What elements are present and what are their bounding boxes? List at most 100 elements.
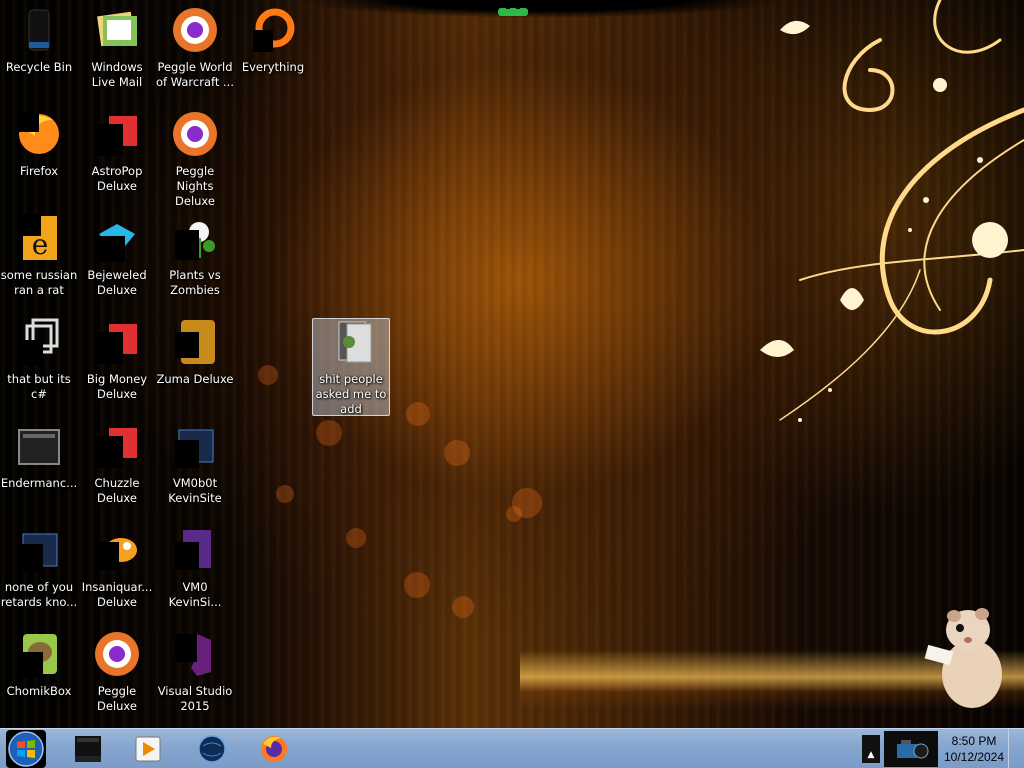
- start-button[interactable]: [6, 730, 46, 768]
- green-indicator-icon: [498, 6, 528, 16]
- desktop-icon[interactable]: ChomikBox: [0, 624, 78, 724]
- desktop-icon[interactable]: Windows Live Mail: [78, 0, 156, 100]
- text-file-icon: e: [13, 212, 65, 264]
- show-hidden-icons-button[interactable]: ▲: [862, 735, 880, 763]
- bokeh-light: [406, 402, 430, 426]
- desktop-icon[interactable]: Zuma Deluxe: [156, 312, 234, 412]
- desktop-icon[interactable]: that but its c#: [0, 312, 78, 412]
- desktop-icon-label: ChomikBox: [6, 684, 72, 698]
- gem-icon: [91, 212, 143, 264]
- desktop-icon-label: Big Money Deluxe: [86, 372, 148, 401]
- desktop-icon[interactable]: Peggle Nights Deluxe: [156, 104, 234, 208]
- desktop-icon[interactable]: Firefox: [0, 104, 78, 204]
- fish-icon: [91, 524, 143, 576]
- desktop-icon-label: Everything: [241, 60, 305, 74]
- desktop-icon-label: AstroPop Deluxe: [91, 164, 143, 193]
- hamster-icon: [924, 608, 1002, 708]
- desktop-icon[interactable]: none of you retards kno...: [0, 520, 78, 620]
- bokeh-light: [452, 596, 474, 618]
- golden-swirl-decoration: [760, 0, 1024, 422]
- game-icon: [91, 316, 143, 368]
- bokeh-light: [346, 528, 366, 548]
- desktop-icon-label: Endermanc...: [0, 476, 78, 490]
- desktop-icon-label: Bejeweled Deluxe: [87, 268, 147, 297]
- desktop-icon-label: Chuzzle Deluxe: [94, 476, 140, 505]
- taskbar-command-prompt[interactable]: [62, 730, 114, 768]
- desktop-icon[interactable]: Peggle Deluxe: [78, 624, 156, 724]
- firefox-icon: [13, 108, 65, 160]
- video-camera-icon: [897, 740, 929, 759]
- desktop-icon[interactable]: Chuzzle Deluxe: [78, 416, 156, 516]
- desktop-icon-label: Insaniquar... Deluxe: [81, 580, 153, 609]
- search-tool-icon: [247, 4, 299, 56]
- desktop-icon[interactable]: Big Money Deluxe: [78, 312, 156, 412]
- globe-icon: [198, 735, 226, 763]
- bokeh-light: [316, 420, 342, 446]
- desktop-icon[interactable]: Recycle Bin: [0, 0, 78, 100]
- desktop-icon-label: VM0 KevinSi...: [168, 580, 222, 609]
- bokeh-light: [404, 572, 430, 598]
- visual-studio-project-icon: [169, 524, 221, 576]
- peggle-icon: [91, 628, 143, 680]
- show-desktop-button[interactable]: [1008, 729, 1024, 768]
- desktop-icon-label: VM0b0t KevinSite: [168, 476, 222, 505]
- mail-icon: [91, 4, 143, 56]
- peggle-icon: [169, 108, 221, 160]
- clock-date: 10/12/2024: [943, 750, 1005, 764]
- desktop-icon-label: Peggle World of Warcraft ...: [156, 60, 234, 89]
- desktop-icon[interactable]: Everything: [234, 0, 312, 100]
- desktop-icon[interactable]: Endermanc...: [0, 416, 78, 516]
- desktop-icon-label: shit people asked me to add: [315, 372, 387, 416]
- desktop-icon[interactable]: Insaniquar... Deluxe: [78, 520, 156, 620]
- desktop-icon-label: Windows Live Mail: [91, 60, 143, 89]
- taskbar: ▲ 8:50 PM 10/12/2024: [0, 728, 1024, 768]
- system-clock[interactable]: 8:50 PM 10/12/2024: [942, 733, 1006, 767]
- visual-studio-icon: [169, 628, 221, 680]
- bokeh-light: [512, 488, 542, 518]
- desktop-icon-label: none of you retards kno...: [0, 580, 78, 609]
- desktop-icon[interactable]: Peggle World of Warcraft ...: [156, 0, 234, 100]
- tray-app-icon[interactable]: [884, 731, 938, 767]
- hamster-icon: [13, 628, 65, 680]
- recycle-bin-icon: [13, 4, 65, 56]
- bokeh-light: [258, 365, 278, 385]
- game-icon: [91, 420, 143, 472]
- clock-time: 8:50 PM: [951, 734, 997, 748]
- peggle-icon: [169, 4, 221, 56]
- desktop-icon[interactable]: VM0b0t KevinSite: [156, 416, 234, 516]
- command-prompt-icon: [75, 736, 101, 762]
- desktop-icon-label: that but its c#: [7, 372, 71, 401]
- desktop-icon[interactable]: e some russian ran a rat: [0, 208, 78, 308]
- desktop-icon-label: Visual Studio 2015: [157, 684, 233, 713]
- bokeh-light: [276, 485, 294, 503]
- desktop-icon[interactable]: AstroPop Deluxe: [78, 104, 156, 204]
- windows-logo-icon: [8, 731, 44, 767]
- game-icon: [91, 108, 143, 160]
- desktop-icon-label: Firefox: [19, 164, 59, 178]
- desktop-icon-label: Zuma Deluxe: [156, 372, 234, 386]
- media-player-icon: [135, 736, 161, 762]
- desktop-icon[interactable]: shit people asked me to add: [312, 312, 390, 416]
- desktop-icon-label: Recycle Bin: [5, 60, 73, 74]
- desktop-icon[interactable]: Bejeweled Deluxe: [78, 208, 156, 308]
- tray-arrow-icon: ▲: [867, 750, 875, 760]
- bokeh-light: [444, 440, 470, 466]
- window-icon: [13, 420, 65, 472]
- desktop-icon-label: Peggle Nights Deluxe: [175, 164, 215, 208]
- program-icon: [13, 524, 65, 576]
- wallpaper-top-shade: [300, 0, 780, 20]
- firefox-icon: [261, 736, 287, 762]
- desktop-icon-label: Plants vs Zombies: [169, 268, 221, 297]
- desktop-icon[interactable]: Visual Studio 2015: [156, 624, 234, 724]
- desktop-icon-label: Peggle Deluxe: [97, 684, 137, 713]
- desktop-icon[interactable]: VM0 KevinSi...: [156, 520, 234, 620]
- folder-icon: [325, 316, 377, 368]
- desktop-icon[interactable]: Plants vs Zombies: [156, 208, 234, 308]
- taskbar-firefox[interactable]: [248, 730, 300, 768]
- zuma-icon: [169, 316, 221, 368]
- desktop-icon-label: some russian ran a rat: [0, 268, 78, 297]
- taskbar-globe[interactable]: [186, 730, 238, 768]
- shortcut-icon: [13, 316, 65, 368]
- taskbar-media-player[interactable]: [122, 730, 174, 768]
- plant-icon: [169, 212, 221, 264]
